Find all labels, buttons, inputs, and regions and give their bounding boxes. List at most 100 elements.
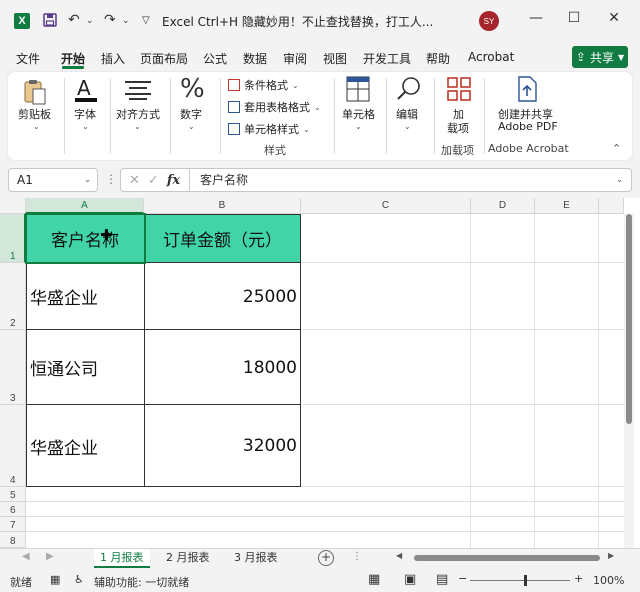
cell-b3[interactable]: 18000 bbox=[148, 330, 297, 405]
tab-home[interactable]: 开始 bbox=[61, 50, 85, 67]
create-pdf-icon[interactable] bbox=[516, 76, 538, 105]
row-header-8[interactable]: 8 bbox=[0, 532, 26, 548]
insert-function-icon[interactable]: fx bbox=[167, 173, 180, 188]
cell-b4[interactable]: 32000 bbox=[148, 405, 297, 487]
page-layout-view-icon[interactable]: ▣ bbox=[404, 572, 416, 587]
confirm-icon[interactable]: ✓ bbox=[148, 173, 159, 188]
row-header-7[interactable]: 7 bbox=[0, 517, 26, 532]
editing-label[interactable]: 编辑 bbox=[396, 106, 418, 122]
zoom-slider-handle[interactable] bbox=[524, 575, 527, 586]
add-ins-label-line2[interactable]: 载项 bbox=[447, 120, 469, 136]
horizontal-scrollbar[interactable]: ◀ ▶ bbox=[396, 551, 618, 562]
clipboard-label[interactable]: 剪贴板 bbox=[18, 106, 51, 122]
user-avatar[interactable]: SY bbox=[479, 11, 499, 31]
cell-b1[interactable]: 订单金额（元） bbox=[144, 214, 301, 263]
expand-formula-icon[interactable]: ⌄ bbox=[616, 169, 623, 191]
more-options-icon[interactable]: ⋮ bbox=[105, 172, 117, 186]
select-all-corner[interactable] bbox=[0, 198, 26, 214]
acrobat-label-line2[interactable]: Adobe PDF bbox=[498, 120, 558, 133]
cells-label[interactable]: 单元格 bbox=[342, 106, 375, 122]
more-sheets-icon[interactable]: ⋮ bbox=[352, 551, 362, 562]
cell-a3[interactable]: 恒通公司 bbox=[30, 330, 142, 405]
sheet-tab-1[interactable]: 1 月报表 bbox=[94, 549, 150, 568]
cancel-icon[interactable]: ✕ bbox=[129, 173, 140, 188]
cell-b2[interactable]: 25000 bbox=[148, 263, 297, 330]
cell-a1[interactable]: 客户名称 bbox=[26, 214, 144, 263]
collapse-ribbon-icon[interactable]: ⌃ bbox=[612, 142, 621, 155]
column-header-d[interactable]: D bbox=[471, 198, 535, 214]
customize-toolbar-icon[interactable]: ▽ bbox=[142, 15, 150, 26]
scroll-right-icon[interactable]: ▶ bbox=[608, 551, 614, 560]
cell-styles-button[interactable]: 单元格样式 ⌄ bbox=[228, 121, 310, 137]
column-header-b[interactable]: B bbox=[144, 198, 301, 214]
tab-file[interactable]: 文件 bbox=[16, 50, 40, 67]
number-label[interactable]: 数字 bbox=[180, 106, 202, 122]
tab-acrobat[interactable]: Acrobat bbox=[468, 50, 514, 64]
row-header-2[interactable]: 2 bbox=[0, 263, 26, 330]
styles-group-caption: 样式 bbox=[264, 144, 286, 157]
next-sheet-icon[interactable]: ▶ bbox=[46, 551, 54, 562]
accessibility-icon[interactable]: ♿ bbox=[74, 573, 84, 586]
vertical-scroll-thumb[interactable] bbox=[626, 214, 632, 424]
add-sheet-button[interactable]: + bbox=[318, 550, 334, 566]
worksheet-grid[interactable]: A B C D E 1 2 3 4 5 6 7 8 客户名称 订单金额（元） 华… bbox=[0, 198, 640, 548]
cell-a4[interactable]: 华盛企业 bbox=[30, 405, 142, 487]
redo-icon[interactable]: ↷ bbox=[104, 12, 116, 28]
tab-review[interactable]: 审阅 bbox=[283, 50, 307, 67]
previous-sheet-icon[interactable]: ◀ bbox=[22, 551, 30, 562]
macro-record-icon[interactable]: ▦ bbox=[50, 573, 60, 586]
tab-developer[interactable]: 开发工具 bbox=[363, 50, 411, 67]
tab-data[interactable]: 数据 bbox=[243, 50, 267, 67]
document-title: Excel Ctrl+H 隐藏妙用！不止查找替换，打工人... bbox=[162, 15, 434, 29]
zoom-level[interactable]: 100% bbox=[593, 574, 624, 587]
accessibility-status[interactable]: 辅助功能: 一切就绪 bbox=[94, 574, 189, 590]
redo-dropdown-icon[interactable]: ⌄ bbox=[122, 16, 130, 26]
horizontal-scroll-thumb[interactable] bbox=[414, 555, 600, 561]
percent-icon[interactable]: % bbox=[180, 74, 205, 104]
vertical-scrollbar[interactable] bbox=[624, 214, 634, 548]
row-header-5[interactable]: 5 bbox=[0, 487, 26, 502]
font-color-icon[interactable]: A bbox=[74, 76, 98, 107]
maximize-button[interactable]: ☐ bbox=[564, 10, 584, 26]
close-button[interactable]: ✕ bbox=[604, 10, 624, 26]
cell-a2[interactable]: 华盛企业 bbox=[30, 263, 142, 330]
sheet-tab-3[interactable]: 3 月报表 bbox=[228, 549, 284, 568]
conditional-format-button[interactable]: 条件格式 ⌄ bbox=[228, 77, 299, 93]
row-header-6[interactable]: 6 bbox=[0, 502, 26, 517]
zoom-slider[interactable] bbox=[470, 580, 570, 581]
align-icon[interactable] bbox=[125, 80, 151, 103]
share-button[interactable]: ⇪ 共享 ▼ bbox=[572, 46, 628, 68]
chevron-down-icon: ⌄ bbox=[314, 102, 321, 112]
normal-view-icon[interactable]: ▦ bbox=[368, 572, 380, 587]
page-break-view-icon[interactable]: ▤ bbox=[436, 572, 448, 587]
alignment-label[interactable]: 对齐方式 bbox=[116, 106, 160, 122]
search-icon[interactable] bbox=[396, 76, 422, 105]
tab-help[interactable]: 帮助 bbox=[426, 50, 450, 67]
row-header-3[interactable]: 3 bbox=[0, 330, 26, 405]
undo-icon[interactable]: ↶ bbox=[68, 12, 80, 28]
font-label[interactable]: 字体 bbox=[74, 106, 96, 122]
zoom-in-icon[interactable]: + bbox=[574, 572, 583, 585]
tab-page-layout[interactable]: 页面布局 bbox=[140, 50, 188, 67]
add-ins-icon[interactable] bbox=[446, 76, 472, 105]
column-header-c[interactable]: C bbox=[301, 198, 471, 214]
paste-icon[interactable] bbox=[22, 78, 48, 109]
row-header-4[interactable]: 4 bbox=[0, 405, 26, 487]
sheet-tab-2[interactable]: 2 月报表 bbox=[160, 549, 216, 568]
save-icon[interactable] bbox=[42, 12, 58, 32]
column-header-f[interactable] bbox=[599, 198, 624, 214]
minimize-button[interactable]: — bbox=[526, 10, 546, 26]
tab-formulas[interactable]: 公式 bbox=[203, 50, 227, 67]
zoom-out-icon[interactable]: − bbox=[458, 572, 467, 585]
column-header-a[interactable]: A bbox=[26, 198, 144, 214]
scroll-left-icon[interactable]: ◀ bbox=[396, 551, 402, 560]
format-as-table-button[interactable]: 套用表格格式 ⌄ bbox=[228, 99, 321, 115]
tab-view[interactable]: 视图 bbox=[323, 50, 347, 67]
cells-icon[interactable] bbox=[346, 76, 370, 105]
name-box[interactable]: A1 ⌄ bbox=[8, 168, 98, 192]
row-header-1[interactable]: 1 bbox=[0, 214, 26, 263]
column-header-e[interactable]: E bbox=[535, 198, 599, 214]
undo-dropdown-icon[interactable]: ⌄ bbox=[86, 16, 94, 26]
formula-input[interactable]: 客户名称 ⌄ bbox=[190, 168, 632, 192]
tab-insert[interactable]: 插入 bbox=[101, 50, 125, 67]
